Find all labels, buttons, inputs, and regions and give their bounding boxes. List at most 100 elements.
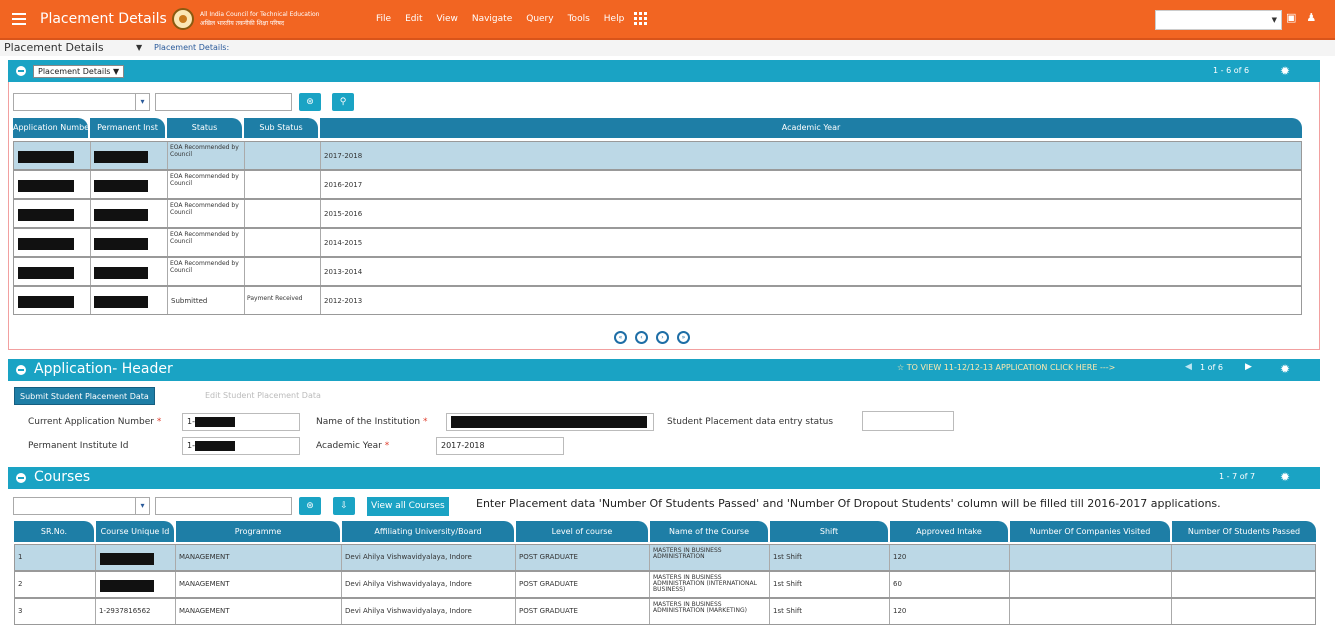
app-number-field[interactable]: 1- [182, 413, 300, 431]
table-row[interactable]: EOA Recommended by Council 2013-2014 [13, 257, 1302, 286]
view-old-applications-link[interactable]: ☆ TO VIEW 11-12/12-13 APPLICATION CLICK … [897, 363, 1115, 372]
col-sub-status[interactable]: Sub Status [244, 118, 318, 138]
menu-query[interactable]: Query [526, 14, 553, 24]
permanent-id-field[interactable]: 1- [182, 437, 300, 455]
perm-inst-cell [91, 229, 168, 256]
redacted-value [94, 151, 148, 163]
settings-gear-icon[interactable]: ✹ [1280, 64, 1290, 78]
top-search-select[interactable]: ▼ [1155, 10, 1282, 30]
settings-gear-icon[interactable]: ✹ [1280, 362, 1290, 376]
export-button[interactable]: ⇩ [333, 497, 355, 515]
menu-tools[interactable]: Tools [568, 14, 590, 24]
status-cell: EOA Recommended by Council [168, 258, 245, 285]
perm-inst-cell [91, 200, 168, 227]
submit-placement-data-button[interactable]: Submit Student Placement Data [14, 387, 155, 405]
breadcrumb-dropdown-icon[interactable]: ▼ [136, 43, 142, 52]
menu-view[interactable]: View [437, 14, 458, 24]
col-programme[interactable]: Programme [176, 521, 340, 542]
redacted-value [100, 553, 154, 565]
user-icon[interactable]: ♟ [1306, 11, 1316, 24]
col-affiliating-university[interactable]: Affiliating University/Board [342, 521, 514, 542]
col-approved-intake[interactable]: Approved Intake [890, 521, 1008, 542]
collapse-icon[interactable] [16, 66, 26, 76]
first-page-icon[interactable]: « [614, 331, 627, 344]
table-row[interactable]: EOA Recommended by Council 2017-2018 [13, 141, 1302, 170]
aicte-logo [172, 8, 194, 30]
redacted-value [18, 238, 74, 250]
col-shift[interactable]: Shift [770, 521, 888, 542]
table-row[interactable]: Submitted Payment Received 2012-2013 [13, 286, 1302, 315]
table-row[interactable]: 1 MANAGEMENT Devi Ahilya Vishwavidyalaya… [14, 544, 1316, 571]
students-passed-cell [1172, 599, 1316, 624]
user-actions: ▣ ♟ [1286, 11, 1316, 24]
table-row[interactable]: EOA Recommended by Council 2016-2017 [13, 170, 1302, 199]
next-record-icon[interactable]: ▶ [1245, 362, 1252, 372]
record-count: 1 - 6 of 6 [1213, 66, 1250, 75]
table-row[interactable]: EOA Recommended by Council 2014-2015 [13, 228, 1302, 257]
next-page-icon[interactable]: › [656, 331, 669, 344]
last-page-icon[interactable]: » [677, 331, 690, 344]
table-row[interactable]: EOA Recommended by Council 2015-2016 [13, 199, 1302, 228]
search-button[interactable]: ⚲ [332, 93, 354, 111]
level-cell: POST GRADUATE [516, 572, 650, 597]
menu-navigate[interactable]: Navigate [472, 14, 512, 24]
hamburger-menu-icon[interactable] [12, 13, 26, 25]
shift-cell: 1st Shift [770, 599, 890, 624]
query-reset-button[interactable]: ⊛ [299, 93, 321, 111]
menu-help[interactable]: Help [604, 14, 625, 24]
level-cell: POST GRADUATE [516, 599, 650, 624]
col-course-name[interactable]: Name of the Course [650, 521, 768, 542]
institution-name-field[interactable] [446, 413, 654, 431]
col-academic-year[interactable]: Academic Year [320, 118, 1302, 138]
apps-grid-icon[interactable] [634, 12, 648, 25]
year-cell: 2015-2016 [324, 210, 363, 218]
status-cell: EOA Recommended by Council [168, 229, 245, 256]
query-field-select[interactable]: ▾ [13, 497, 150, 515]
collapse-icon[interactable] [16, 365, 26, 375]
table-row[interactable]: 3 1-2937816562 MANAGEMENT Devi Ahilya Vi… [14, 598, 1316, 625]
shift-cell: 1st Shift [770, 572, 890, 597]
query-value-input[interactable] [155, 497, 292, 515]
permanent-id-label: Permanent Institute Id [28, 441, 129, 451]
year-cell: 2014-2015 [324, 239, 363, 247]
redacted-value [94, 296, 148, 308]
dropdown-arrow-icon: ▼ [1271, 16, 1277, 24]
redacted-value [451, 415, 647, 428]
sr-cell: 3 [15, 599, 96, 624]
settings-gear-icon[interactable]: ✹ [1280, 470, 1290, 484]
collapse-icon[interactable] [16, 473, 26, 483]
query-value-input[interactable] [155, 93, 292, 111]
academic-year-field[interactable]: 2017-2018 [436, 437, 564, 455]
companies-cell [1010, 599, 1172, 624]
col-status[interactable]: Status [167, 118, 242, 138]
query-field-select[interactable]: ▾ [13, 93, 150, 111]
edit-placement-data-button[interactable]: Edit Student Placement Data [205, 391, 321, 400]
redacted-value [18, 267, 74, 279]
academic-year-label: Academic Year * [316, 441, 390, 451]
menu-file[interactable]: File [376, 14, 391, 24]
query-reset-button[interactable]: ⊛ [299, 497, 321, 515]
col-permanent-inst[interactable]: Permanent Inst [90, 118, 165, 138]
view-all-courses-button[interactable]: View all Courses [367, 497, 449, 516]
status-cell: EOA Recommended by Council [168, 142, 245, 169]
col-application-number[interactable]: Application Number [13, 118, 88, 138]
col-sr-no[interactable]: SR.No. [14, 521, 94, 542]
col-level-of-course[interactable]: Level of course [516, 521, 648, 542]
breadcrumb-link[interactable]: Placement Details: [154, 43, 229, 52]
col-course-unique-id[interactable]: Course Unique Id [96, 521, 174, 542]
col-students-passed[interactable]: Number Of Students Passed [1172, 521, 1316, 542]
table-row[interactable]: 2 MANAGEMENT Devi Ahilya Vishwavidyalaya… [14, 571, 1316, 598]
courses-header-bar [8, 467, 1320, 489]
app-number-label: Current Application Number * [28, 417, 162, 427]
prev-record-icon[interactable]: ◀ [1185, 362, 1192, 372]
contact-card-icon[interactable]: ▣ [1286, 11, 1296, 24]
entry-status-field[interactable] [862, 411, 954, 431]
record-count: 1 of 6 [1200, 363, 1223, 372]
redacted-value [94, 267, 148, 279]
col-companies-visited[interactable]: Number Of Companies Visited [1010, 521, 1170, 542]
uid-cell: 1-2937816562 [96, 599, 176, 624]
prev-page-icon[interactable]: ‹ [635, 331, 648, 344]
courses-title: Courses [34, 469, 91, 485]
menu-edit[interactable]: Edit [405, 14, 422, 24]
placement-view-dropdown[interactable]: Placement Details ▼ [33, 65, 125, 78]
